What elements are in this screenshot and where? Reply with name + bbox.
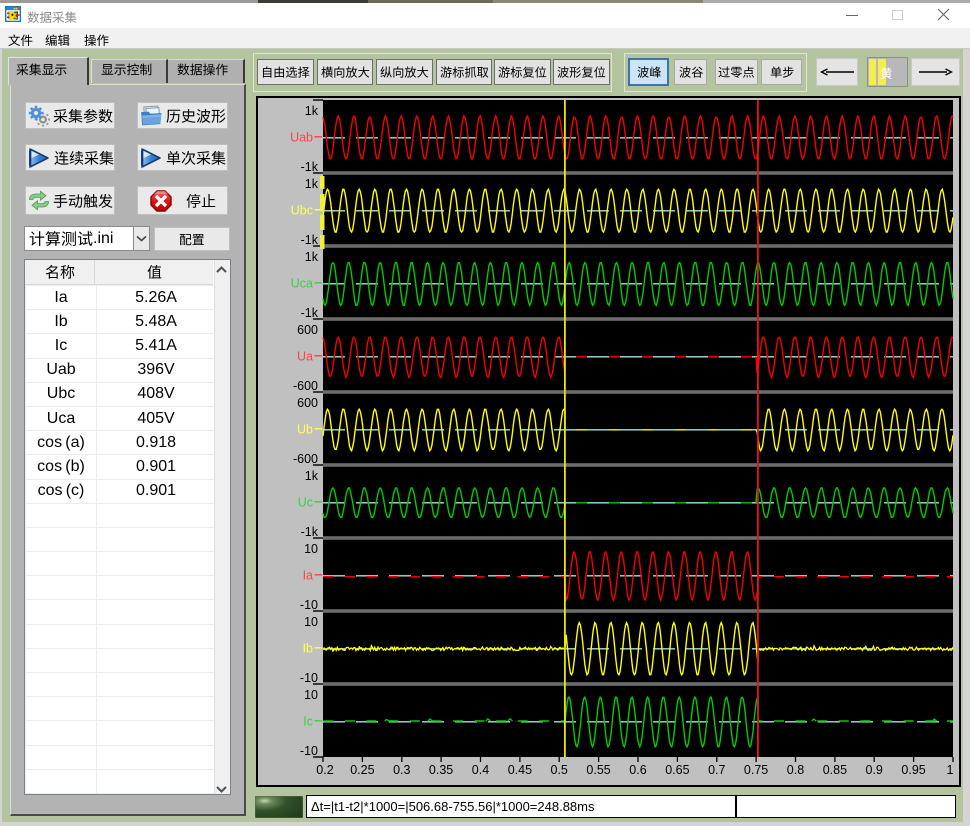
svg-text:Ubc: Ubc [291, 203, 313, 217]
svg-text:Uc: Uc [298, 495, 313, 509]
svg-text:600: 600 [297, 323, 318, 337]
svg-text:0.2: 0.2 [316, 763, 333, 777]
svg-text:Uca: Uca [291, 276, 313, 290]
svg-text:Ic: Ic [303, 714, 313, 728]
svg-text:Ub: Ub [297, 422, 313, 436]
svg-text:0.6: 0.6 [629, 763, 646, 777]
svg-text:1k: 1k [305, 469, 319, 483]
svg-text:10: 10 [304, 542, 318, 556]
svg-text:-10: -10 [300, 671, 318, 685]
svg-text:1: 1 [947, 763, 954, 777]
svg-text:0.35: 0.35 [429, 763, 453, 777]
svg-text:-600: -600 [293, 452, 318, 466]
svg-text:-1k: -1k [301, 306, 319, 320]
svg-text:-10: -10 [300, 598, 318, 612]
svg-text:10: 10 [304, 688, 318, 702]
svg-text:0.8: 0.8 [787, 763, 804, 777]
svg-text:Uab: Uab [290, 130, 313, 144]
svg-text:0.75: 0.75 [744, 763, 768, 777]
svg-text:0.4: 0.4 [472, 763, 489, 777]
svg-text:0.3: 0.3 [393, 763, 410, 777]
svg-text:1k: 1k [305, 250, 319, 264]
svg-text:0.55: 0.55 [586, 763, 610, 777]
svg-text:0.9: 0.9 [866, 763, 883, 777]
svg-text:Ua: Ua [297, 349, 313, 363]
svg-text:600: 600 [297, 396, 318, 410]
svg-text:0.95: 0.95 [901, 763, 925, 777]
svg-text:Ib: Ib [303, 641, 313, 655]
svg-text:1k: 1k [305, 177, 319, 191]
svg-text:1k: 1k [305, 104, 319, 118]
svg-text:0.7: 0.7 [708, 763, 725, 777]
svg-text:-1k: -1k [301, 233, 319, 247]
svg-text:0.45: 0.45 [508, 763, 532, 777]
svg-text:0.85: 0.85 [823, 763, 847, 777]
svg-text:0.65: 0.65 [665, 763, 689, 777]
svg-text:0.25: 0.25 [350, 763, 374, 777]
svg-text:0.5: 0.5 [551, 763, 568, 777]
svg-text:10: 10 [304, 615, 318, 629]
svg-text:-1k: -1k [301, 160, 319, 174]
svg-text:-1k: -1k [301, 525, 319, 539]
svg-text:-600: -600 [293, 379, 318, 393]
svg-text:Ia: Ia [303, 568, 313, 582]
svg-text:-10: -10 [300, 744, 318, 758]
